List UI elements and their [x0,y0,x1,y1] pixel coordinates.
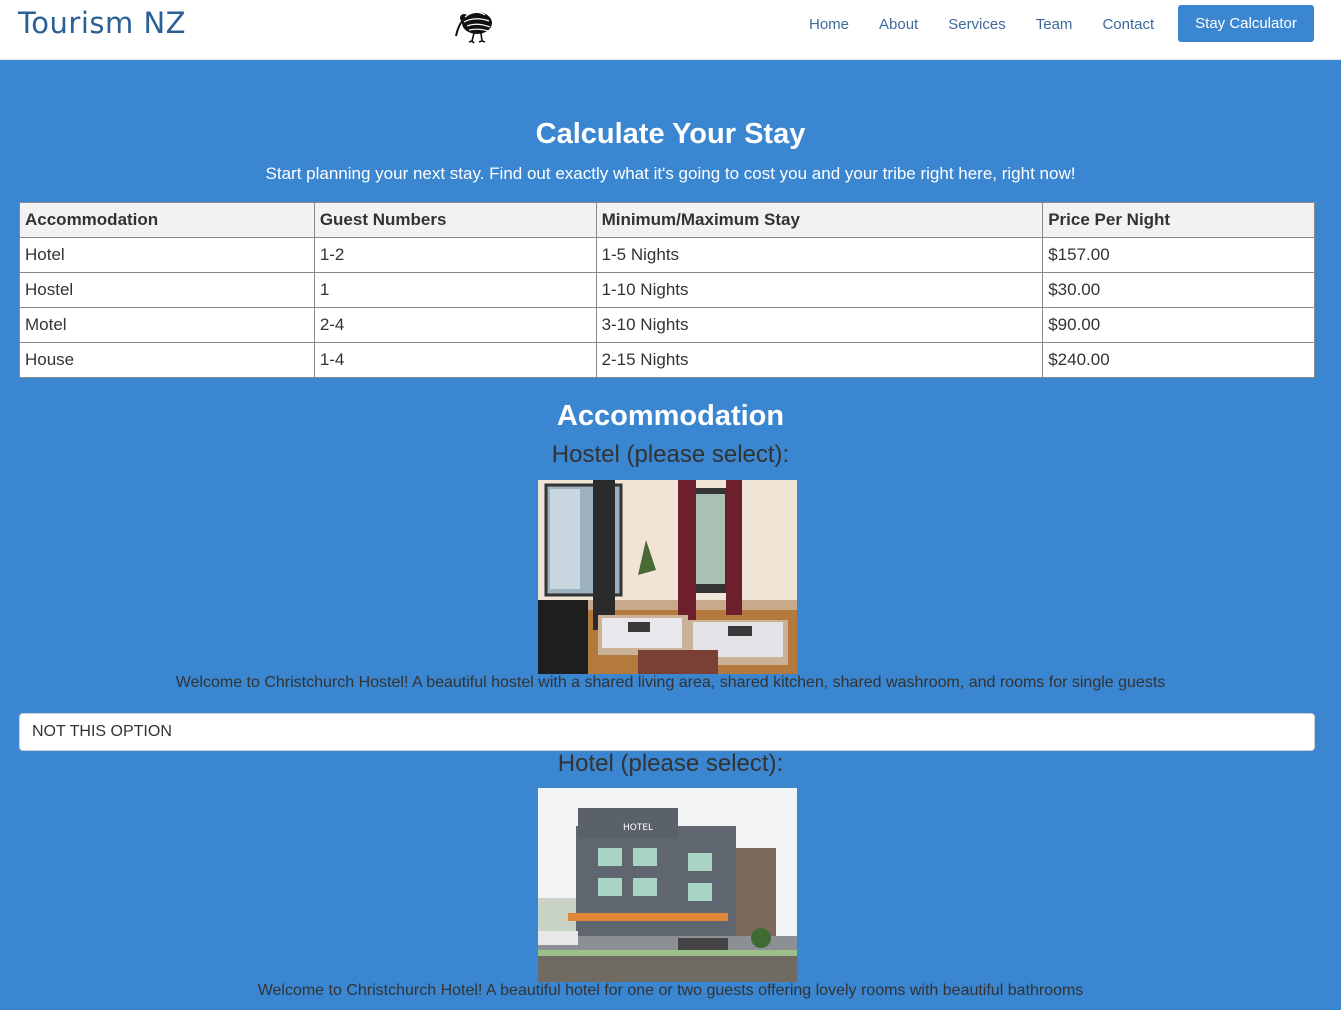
navbar: Tourism NZ Home About Services Team Cont… [0,0,1341,60]
nav-link-team[interactable]: Team [1036,16,1073,33]
nav-link-about[interactable]: About [879,16,918,33]
header-min-max-stay: Minimum/Maximum Stay [595,202,1044,238]
nav-links: Home About Services Team Contact [794,0,1169,48]
table-cell: Hostel [19,272,315,308]
table-cell: Hotel [19,237,315,273]
table-row: Hotel 1-2 1-5 Nights $157.00 [19,237,1315,273]
hotel-description: Welcome to Christchurch Hotel! A beautif… [257,982,1084,999]
table-cell: 1 [313,272,597,308]
table-cell: $157.00 [1042,237,1315,273]
hotel-sign: HOTEL [623,823,653,833]
table-cell: Motel [19,307,315,343]
stay-calculator-button[interactable]: Stay Calculator [1178,5,1314,42]
table-cell: 1-4 [313,342,597,378]
table-cell: $30.00 [1042,272,1315,308]
table-cell: 3-10 Nights [595,307,1044,343]
table-cell: 2-15 Nights [595,342,1044,378]
rates-table: Accommodation Guest Numbers Minimum/Maxi… [19,202,1315,378]
nav-link-services[interactable]: Services [948,16,1006,33]
nav-link-home[interactable]: Home [809,16,849,33]
table-cell: $90.00 [1042,307,1315,343]
header-guest-numbers: Guest Numbers [313,202,597,238]
hotel-photo: HOTEL [538,788,797,982]
table-cell: House [19,342,315,378]
brand-title[interactable]: Tourism NZ [18,6,186,40]
table-row: House 1-4 2-15 Nights $240.00 [19,342,1315,378]
header-price-per-night: Price Per Night [1042,202,1315,238]
hostel-photo [538,480,797,674]
hostel-label: Hostel (please select): [551,441,790,468]
nav-link-contact[interactable]: Contact [1102,16,1154,33]
table-cell: 1-2 [313,237,597,273]
table-row: Motel 2-4 3-10 Nights $90.00 [19,307,1315,343]
table-cell: 1-10 Nights [595,272,1044,308]
header-accommodation: Accommodation [19,202,315,238]
table-header-row: Accommodation Guest Numbers Minimum/Maxi… [19,202,1315,238]
kiwi-bird-icon [455,11,492,44]
hostel-description: Welcome to Christchurch Hostel! A beauti… [175,674,1166,691]
calculator-subtitle: Start planning your next stay. Find out … [265,164,1076,183]
table-row: Hostel 1 1-10 Nights $30.00 [19,272,1315,308]
table-cell: 1-5 Nights [595,237,1044,273]
table-cell: 2-4 [313,307,597,343]
hostel-select[interactable]: NOT THIS OPTION [19,713,1315,751]
accommodation-title: Accommodation [556,400,785,432]
hostel-select-value: NOT THIS OPTION [32,723,172,740]
table-cell: $240.00 [1042,342,1315,378]
hotel-label: Hotel (please select): [557,750,784,777]
calculator-title: Calculate Your Stay [535,118,806,150]
